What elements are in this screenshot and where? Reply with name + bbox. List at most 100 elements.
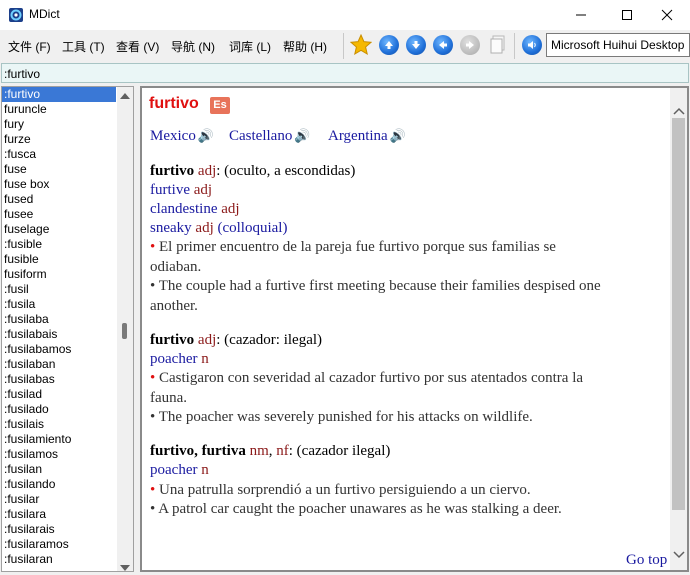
word-list-item[interactable]: :fusilamiento: [2, 432, 116, 447]
word-list-item[interactable]: :fusilan: [2, 462, 116, 477]
scroll-down-icon[interactable]: [119, 561, 131, 575]
word-list[interactable]: :furtivo furuncle fury furze:fusca fuse fuse …: [1, 86, 134, 572]
word-list-item[interactable]: :furtivo: [2, 87, 116, 102]
word-list-item[interactable]: fuselage: [2, 222, 116, 237]
search-input[interactable]: :furtivo: [1, 63, 689, 83]
close-button[interactable]: [644, 0, 690, 30]
bullet-icon: •: [150, 278, 156, 294]
word-list-item[interactable]: furuncle: [2, 102, 116, 117]
word-list-item[interactable]: :fusilaban: [2, 357, 116, 372]
word-list-item[interactable]: fury: [2, 117, 116, 132]
word-list-item[interactable]: :fusilabamos: [2, 342, 116, 357]
sense-head: furtivo, furtiva: [150, 443, 246, 459]
pronunciation-castellano[interactable]: Castellano 🔊: [229, 128, 311, 145]
word-list-item[interactable]: :fusca: [2, 147, 116, 162]
translation-link[interactable]: poacher: [150, 351, 197, 367]
example-english: • The poacher was severely punished for …: [150, 408, 533, 427]
minimize-button[interactable]: [558, 0, 604, 30]
app-logo-icon: [8, 7, 24, 23]
word-list-item[interactable]: :fusilarais: [2, 522, 116, 537]
part-of-speech: n: [201, 351, 209, 367]
pronunciation-mexico[interactable]: Mexico 🔊: [150, 128, 214, 145]
translation-link[interactable]: poacher: [150, 462, 197, 478]
word-list-item[interactable]: :fusilais: [2, 417, 116, 432]
word-list-item[interactable]: :fusilad: [2, 387, 116, 402]
scroll-down-icon[interactable]: [673, 548, 685, 562]
menu-navigate[interactable]: 导航 (N): [171, 38, 215, 55]
word-list-item[interactable]: fuse: [2, 162, 116, 177]
word-list-item[interactable]: :fusilando: [2, 477, 116, 492]
copy-icon[interactable]: [489, 35, 507, 58]
sense-head: furtivo: [150, 332, 195, 348]
word-list-item[interactable]: fusee: [2, 207, 116, 222]
word-list-item[interactable]: :fusilabas: [2, 372, 116, 387]
word-list-item[interactable]: fuse box: [2, 177, 116, 192]
example-spanish: • Castigaron con severidad al cazador fu…: [150, 369, 583, 388]
definition-scroll-thumb[interactable]: [672, 118, 685, 510]
favorite-star-icon[interactable]: [349, 33, 373, 59]
example-text: Castigaron con severidad al cazador furt…: [159, 370, 584, 386]
bullet-icon: •: [150, 409, 156, 425]
word-list-item[interactable]: fusiform: [2, 267, 116, 282]
word-list-item[interactable]: fusible: [2, 252, 116, 267]
word-list-item[interactable]: :fusil: [2, 282, 116, 297]
example-spanish: • Una patrulla sorprendió a un furtivo p…: [150, 481, 531, 500]
example-text: El primer encuentro de la pareja fue fur…: [159, 239, 556, 255]
part-of-speech: adj: [195, 220, 214, 236]
toolbar-separator: [343, 33, 344, 59]
speaker-icon[interactable]: [522, 35, 542, 55]
forward-arrow-icon[interactable]: [460, 35, 480, 55]
pronunciation-argentina[interactable]: Argentina 🔊: [328, 128, 406, 145]
scroll-up-icon[interactable]: [119, 89, 131, 103]
word-list-item[interactable]: :fusilar: [2, 492, 116, 507]
word-list-item[interactable]: :fusilabais: [2, 327, 116, 342]
toolbar-separator: [514, 33, 515, 59]
word-list-item[interactable]: :fusilara: [2, 507, 116, 522]
voice-dictionary-select[interactable]: Microsoft Huihui Desktop: [546, 33, 690, 57]
speaker-icon[interactable]: 🔊: [390, 128, 406, 144]
menu-file[interactable]: 文件 (F): [8, 38, 51, 55]
arrow-up-icon[interactable]: [379, 35, 399, 55]
bullet-icon: •: [150, 501, 156, 517]
go-top-link[interactable]: Go top: [626, 552, 667, 569]
bullet-icon: •: [150, 482, 156, 498]
bullet-icon: •: [150, 370, 156, 386]
example-text: fauna.: [150, 390, 188, 406]
back-arrow-icon[interactable]: [433, 35, 453, 55]
word-list-item[interactable]: :fusila: [2, 297, 116, 312]
example-english: • A patrol car caught the poacher unawar…: [150, 500, 562, 519]
speaker-icon[interactable]: 🔊: [294, 128, 310, 144]
translation: sneaky adj (colloquial): [150, 219, 287, 238]
word-list-item[interactable]: :fusible: [2, 237, 116, 252]
menu-help[interactable]: 帮助 (H): [283, 38, 327, 55]
sense-header: furtivo, furtiva nm, nf: (cazador ilegal…: [150, 443, 391, 459]
example-spanish: • El primer encuentro de la pareja fue f…: [150, 238, 556, 257]
word-list-item[interactable]: :fusilaran: [2, 552, 116, 567]
word-list-item[interactable]: :fusilaramos: [2, 537, 116, 552]
arrow-down-icon[interactable]: [406, 35, 426, 55]
window-title: MDict: [29, 7, 60, 21]
menu-library[interactable]: 词库 (L): [229, 38, 271, 55]
sense-gloss: : (cazador ilegal): [288, 443, 391, 459]
word-list-item[interactable]: :fusilado: [2, 402, 116, 417]
sense-header: furtivo adj: (cazador: ilegal): [150, 331, 322, 350]
example-text: A patrol car caught the poacher unawares…: [158, 501, 562, 517]
translation: poacher n: [150, 350, 209, 369]
menu-tools[interactable]: 工具 (T): [62, 38, 105, 55]
translation-link[interactable]: clandestine: [150, 201, 217, 217]
menu-view[interactable]: 查看 (V): [116, 38, 159, 55]
sense-header: furtivo adj: (oculto, a escondidas): [150, 162, 355, 181]
word-list-item[interactable]: furze: [2, 132, 116, 147]
word-list-item[interactable]: :fusilamos: [2, 447, 116, 462]
translation-link[interactable]: furtive: [150, 182, 190, 198]
part-of-speech: adj: [197, 163, 217, 179]
translation-link[interactable]: sneaky: [150, 220, 192, 236]
word-list-scroll-thumb[interactable]: [122, 323, 127, 339]
speaker-icon[interactable]: 🔊: [198, 128, 214, 144]
usage-note: (colloquial): [217, 220, 288, 236]
pronunciation-label: Castellano: [229, 128, 293, 144]
example-text: odiaban.: [150, 259, 202, 275]
word-list-item[interactable]: :fusilaba: [2, 312, 116, 327]
scroll-up-icon[interactable]: [673, 104, 685, 118]
word-list-item[interactable]: fused: [2, 192, 116, 207]
